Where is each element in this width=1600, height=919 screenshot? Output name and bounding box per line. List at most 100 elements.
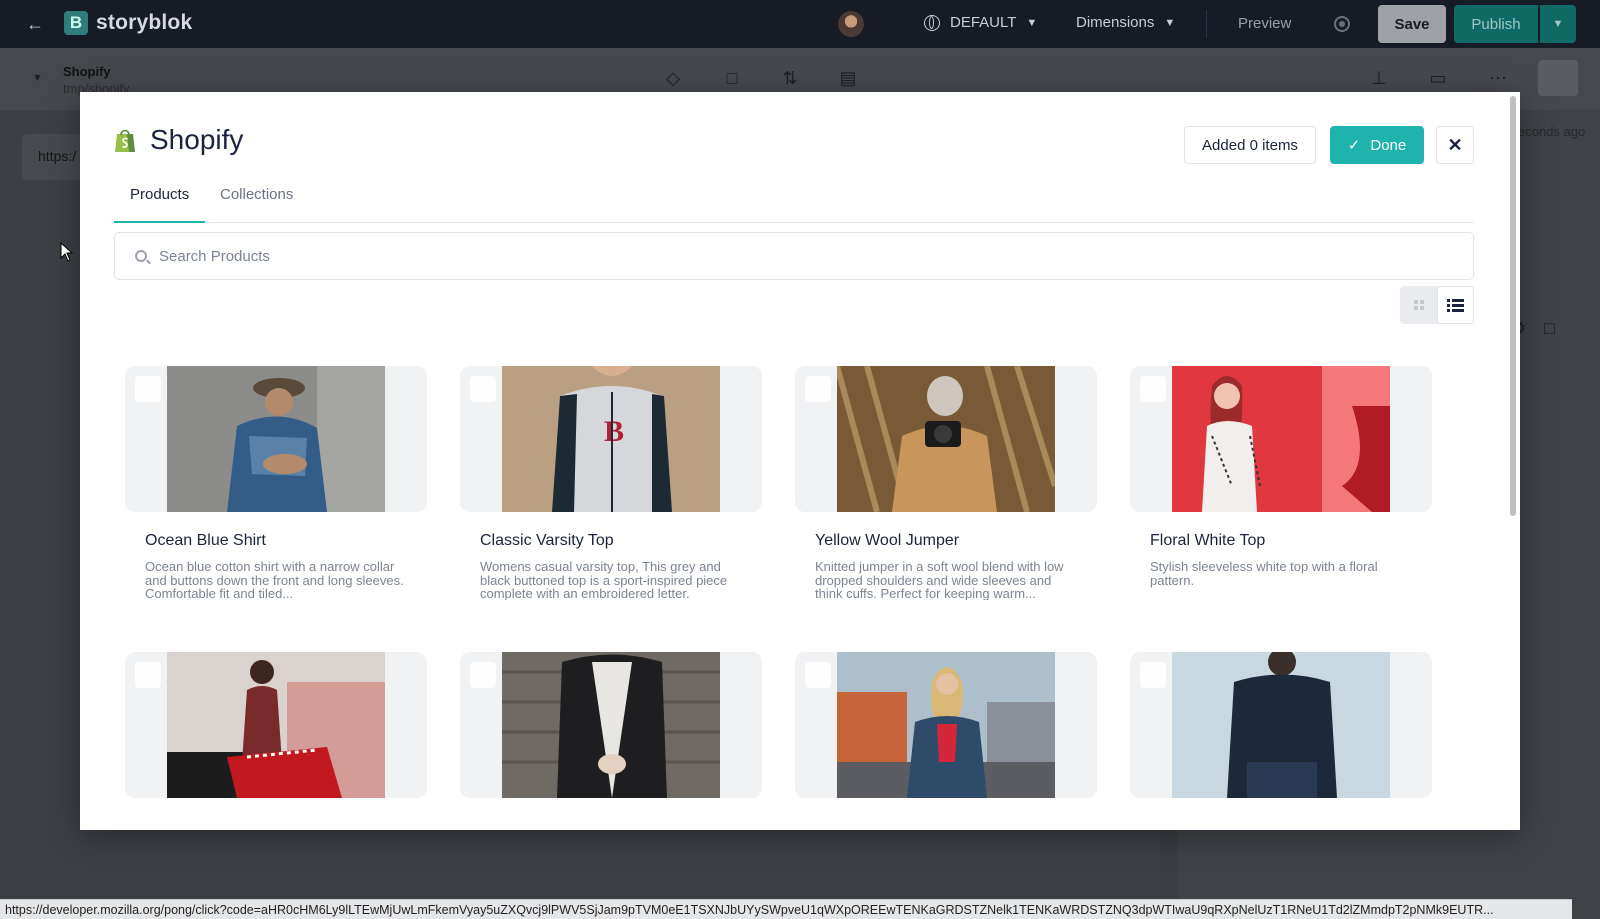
- dimensions-selector[interactable]: Dimensions ▼: [1076, 14, 1175, 31]
- product-description: Knitted jumper in a soft wool blend with…: [815, 560, 1064, 600]
- close-icon: ✕: [1447, 134, 1463, 155]
- product-image: [1172, 366, 1390, 512]
- product-description: Ocean blue cotton shirt with a narrow co…: [145, 560, 404, 600]
- search-icon: [135, 250, 147, 262]
- modal-header: Shopify: [114, 124, 243, 156]
- svg-text:B: B: [604, 415, 624, 448]
- logo: B storyblok: [64, 11, 192, 35]
- list-icon: [1447, 298, 1464, 312]
- view-toggle: [1400, 286, 1474, 324]
- product-card[interactable]: [125, 652, 427, 830]
- product-image-frame: [125, 366, 427, 512]
- done-label: Done: [1370, 136, 1407, 154]
- done-button[interactable]: ✓ Done: [1330, 126, 1424, 164]
- select-checkbox[interactable]: [805, 662, 831, 688]
- product-title: Classic Varsity Top: [480, 532, 614, 549]
- product-title: Yellow Wool Jumper: [815, 532, 960, 549]
- scrollbar[interactable]: [1510, 96, 1516, 516]
- product-image: B: [502, 366, 720, 512]
- tab-products[interactable]: Products: [114, 186, 206, 223]
- select-checkbox[interactable]: [805, 376, 831, 402]
- product-card[interactable]: B Classic Varsity Top Womens casual vars…: [460, 366, 762, 600]
- monitor-icon[interactable]: ▭: [1428, 68, 1448, 88]
- product-image: [167, 652, 385, 798]
- divider: [1206, 10, 1207, 38]
- shopify-product-picker-modal: Shopify Added 0 items ✓ Done ✕ Products …: [80, 92, 1520, 830]
- globe-icon: [924, 14, 940, 31]
- comment-icon[interactable]: □: [722, 68, 742, 88]
- language-label: DEFAULT: [950, 14, 1017, 31]
- top-bar: ← B storyblok DEFAULT ▼ Dimensions ▼ Pre…: [0, 0, 1600, 48]
- mouse-cursor-icon: [60, 242, 74, 262]
- select-checkbox[interactable]: [1140, 662, 1166, 688]
- paint-roller-icon[interactable]: ⊥: [1369, 68, 1389, 88]
- select-checkbox[interactable]: [135, 662, 161, 688]
- diamond-icon[interactable]: ◇: [663, 68, 683, 88]
- grid-icon: [1413, 300, 1424, 310]
- added-items-button[interactable]: Added 0 items: [1184, 126, 1316, 164]
- product-image-frame: [795, 366, 1097, 512]
- more-options-icon[interactable]: ⋯: [1488, 68, 1508, 88]
- chevron-down-icon[interactable]: ▼: [32, 72, 43, 84]
- select-checkbox[interactable]: [1140, 376, 1166, 402]
- product-image: [837, 652, 1055, 798]
- product-description: [125, 818, 427, 830]
- story-title: Shopify: [63, 64, 111, 79]
- product-image-frame: [795, 652, 1097, 798]
- tab-collections[interactable]: Collections: [204, 186, 309, 220]
- product-card[interactable]: [1130, 652, 1432, 830]
- product-image: [837, 366, 1055, 512]
- search-input[interactable]: [157, 246, 1361, 266]
- product-description: [460, 818, 762, 830]
- product-image-frame: [460, 652, 762, 798]
- settings-sliders-icon[interactable]: ⇅: [780, 68, 800, 88]
- logo-text: storyblok: [96, 11, 193, 34]
- add-comment-icon[interactable]: □: [1544, 318, 1555, 339]
- publish-options-button[interactable]: ▼: [1540, 5, 1576, 43]
- product-image: [502, 652, 720, 798]
- chevron-down-icon: ▼: [1552, 18, 1564, 30]
- product-description: [795, 818, 1097, 830]
- product-card[interactable]: [460, 652, 762, 830]
- select-checkbox[interactable]: [135, 376, 161, 402]
- status-url-bar: https://developer.mozilla.org/pong/click…: [0, 899, 1572, 919]
- dimensions-label: Dimensions: [1076, 14, 1155, 31]
- close-button[interactable]: ✕: [1436, 126, 1474, 164]
- product-description: Stylish sleeveless white top with a flor…: [1150, 560, 1378, 588]
- back-arrow-icon[interactable]: ←: [26, 14, 44, 35]
- search-bar[interactable]: [114, 232, 1474, 280]
- shopify-bag-icon: [115, 129, 135, 152]
- product-description: [1130, 818, 1432, 830]
- list-view-button[interactable]: [1437, 286, 1474, 324]
- product-title: Ocean Blue Shirt: [145, 532, 266, 549]
- grid-view-button[interactable]: [1400, 286, 1437, 324]
- modal-title: Shopify: [150, 124, 244, 155]
- language-selector[interactable]: DEFAULT ▼: [924, 14, 1037, 31]
- toggle-sidebar-button[interactable]: [1538, 60, 1578, 96]
- product-image: [167, 366, 385, 512]
- product-card[interactable]: Floral White Top Stylish sleeveless whit…: [1130, 366, 1432, 600]
- product-card[interactable]: [795, 652, 1097, 830]
- product-image-frame: [1130, 652, 1432, 798]
- product-image: [1172, 652, 1390, 798]
- saved-time-label: econds ago: [1518, 124, 1586, 139]
- tab-bar: Products Collections: [114, 186, 1474, 223]
- product-image-frame: [125, 652, 427, 798]
- product-card[interactable]: Ocean Blue Shirt Ocean blue cotton shirt…: [125, 366, 427, 600]
- product-title: Floral White Top: [1150, 532, 1266, 549]
- product-description: Womens casual varsity top, This grey and…: [480, 560, 728, 600]
- chevron-down-icon: ▼: [1026, 16, 1038, 29]
- checkmark-icon: ✓: [1347, 137, 1361, 154]
- avatar[interactable]: [838, 11, 864, 37]
- product-image-frame: [1130, 366, 1432, 512]
- add-block-icon[interactable]: ▤: [838, 68, 858, 88]
- save-button[interactable]: Save: [1378, 5, 1446, 43]
- record-icon[interactable]: [1334, 16, 1350, 32]
- select-checkbox[interactable]: [470, 662, 496, 688]
- select-checkbox[interactable]: [470, 376, 496, 402]
- product-card[interactable]: Yellow Wool Jumper Knitted jumper in a s…: [795, 366, 1097, 600]
- preview-button[interactable]: Preview: [1238, 15, 1291, 32]
- product-image-frame: B: [460, 366, 762, 512]
- publish-button[interactable]: Publish: [1454, 5, 1538, 43]
- chevron-down-icon: ▼: [1164, 16, 1176, 29]
